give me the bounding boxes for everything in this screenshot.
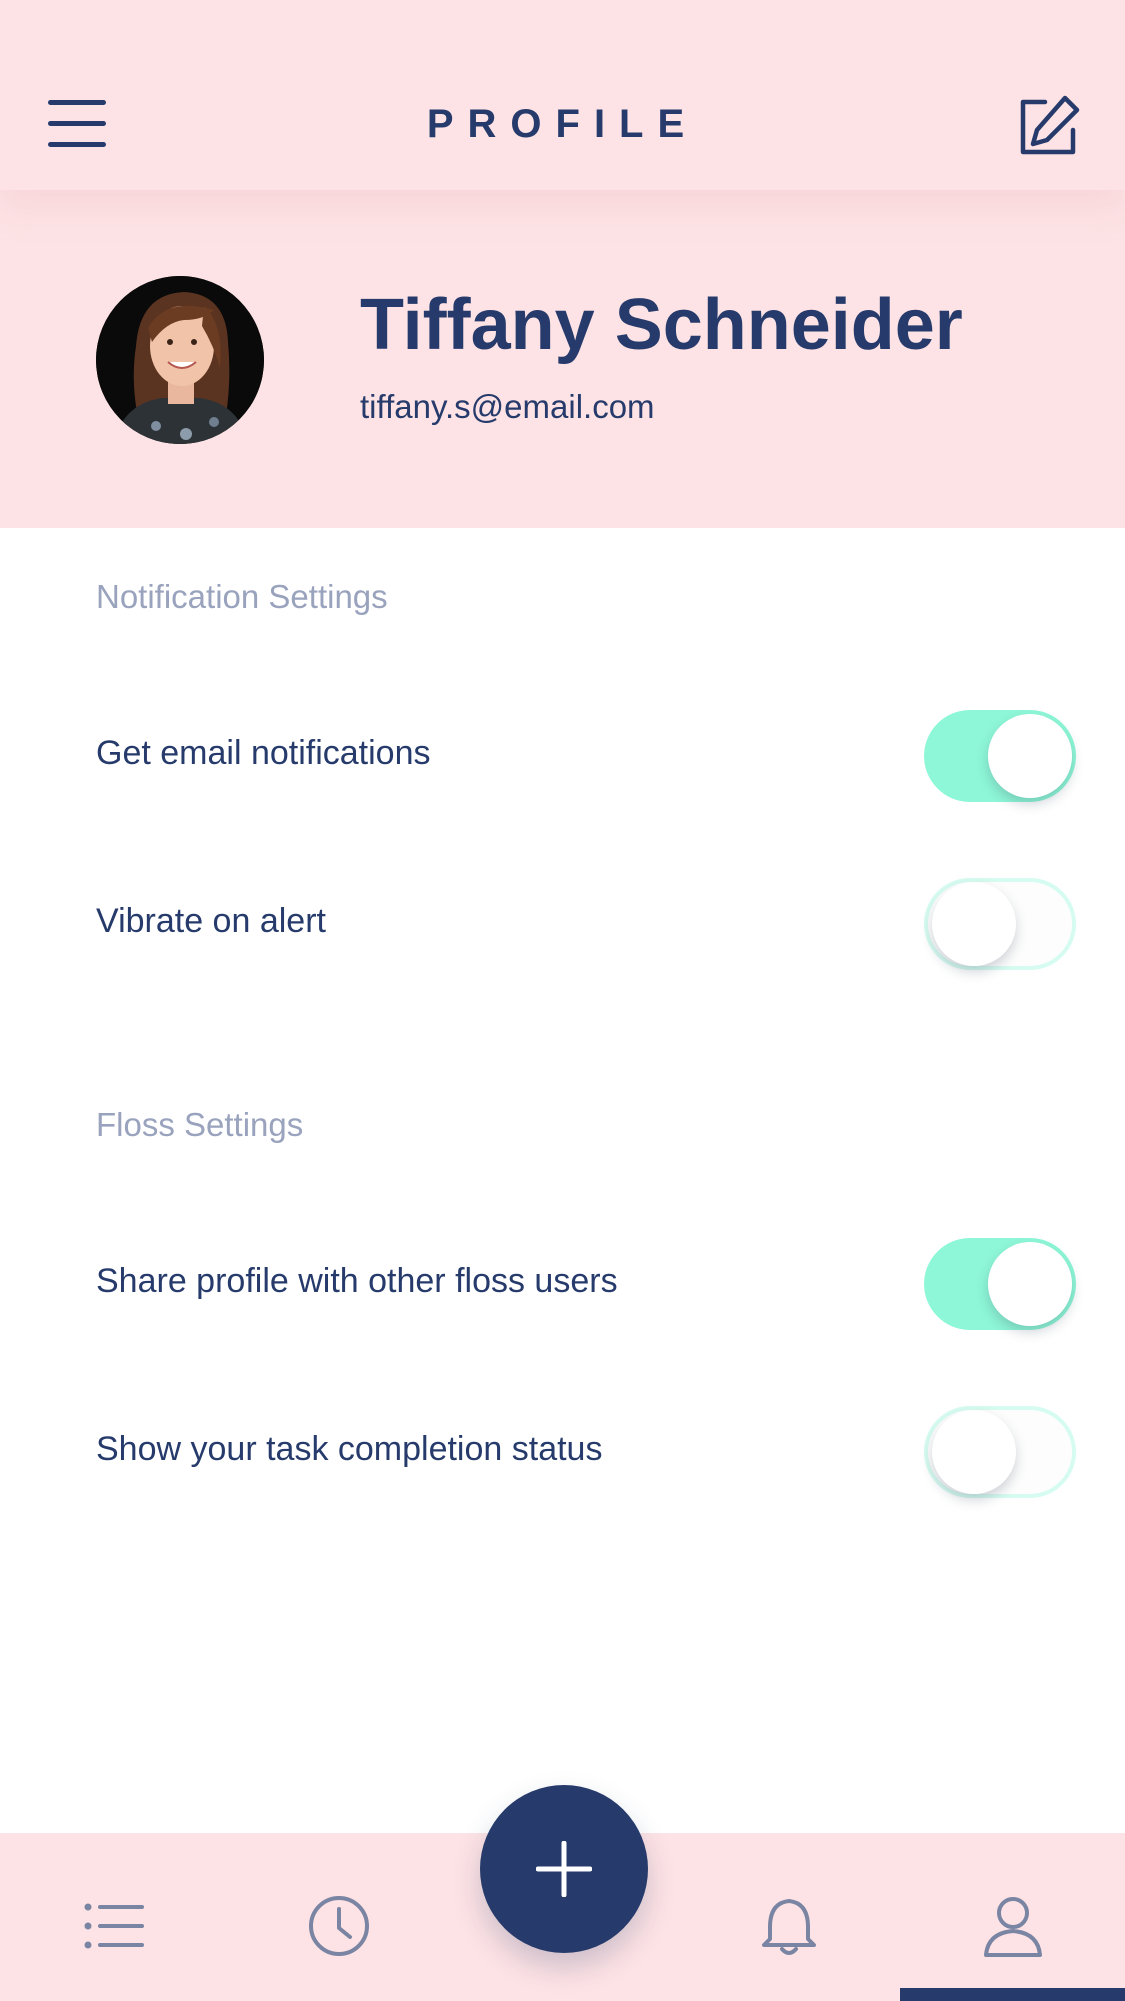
section-title-notification-settings: Notification Settings — [96, 578, 388, 615]
clock-icon[interactable] — [306, 1893, 372, 1959]
profile-screen: PROFILE Tiffany Schneider tiffany.s@emai… — [0, 0, 1125, 2001]
toggle-knob — [932, 882, 1016, 966]
list-icon[interactable] — [80, 1893, 146, 1959]
section-title-floss-settings: Floss Settings — [96, 1106, 304, 1143]
share-profile-toggle[interactable] — [924, 1238, 1076, 1330]
toggle-knob — [988, 714, 1072, 798]
plus-icon — [536, 1841, 592, 1897]
setting-label-task-completion-status: Show your task completion status — [96, 1430, 603, 1468]
add-button[interactable] — [480, 1785, 648, 1953]
setting-label-email-notifications: Get email notifications — [96, 734, 431, 772]
edit-square-icon[interactable] — [1015, 94, 1081, 160]
page-title: PROFILE — [426, 102, 699, 146]
active-tab-indicator — [900, 1988, 1125, 2001]
user-name: Tiffany Schneider — [360, 285, 963, 365]
toggle-knob — [932, 1410, 1016, 1494]
vibrate-on-alert-toggle[interactable] — [924, 878, 1076, 970]
profile-summary: Tiffany Schneider tiffany.s@email.com — [0, 190, 1125, 528]
avatar[interactable] — [96, 276, 264, 444]
profile-header: PROFILE Tiffany Schneider tiffany.s@emai… — [0, 0, 1125, 528]
setting-label-vibrate-on-alert: Vibrate on alert — [96, 902, 326, 940]
top-bar: PROFILE — [0, 0, 1125, 190]
email-notifications-toggle[interactable] — [924, 710, 1076, 802]
task-completion-status-toggle[interactable] — [924, 1406, 1076, 1498]
toggle-knob — [988, 1242, 1072, 1326]
user-email: tiffany.s@email.com — [360, 388, 655, 425]
user-icon[interactable] — [980, 1893, 1046, 1959]
setting-label-share-profile: Share profile with other floss users — [96, 1262, 618, 1300]
bell-icon[interactable] — [756, 1893, 822, 1959]
